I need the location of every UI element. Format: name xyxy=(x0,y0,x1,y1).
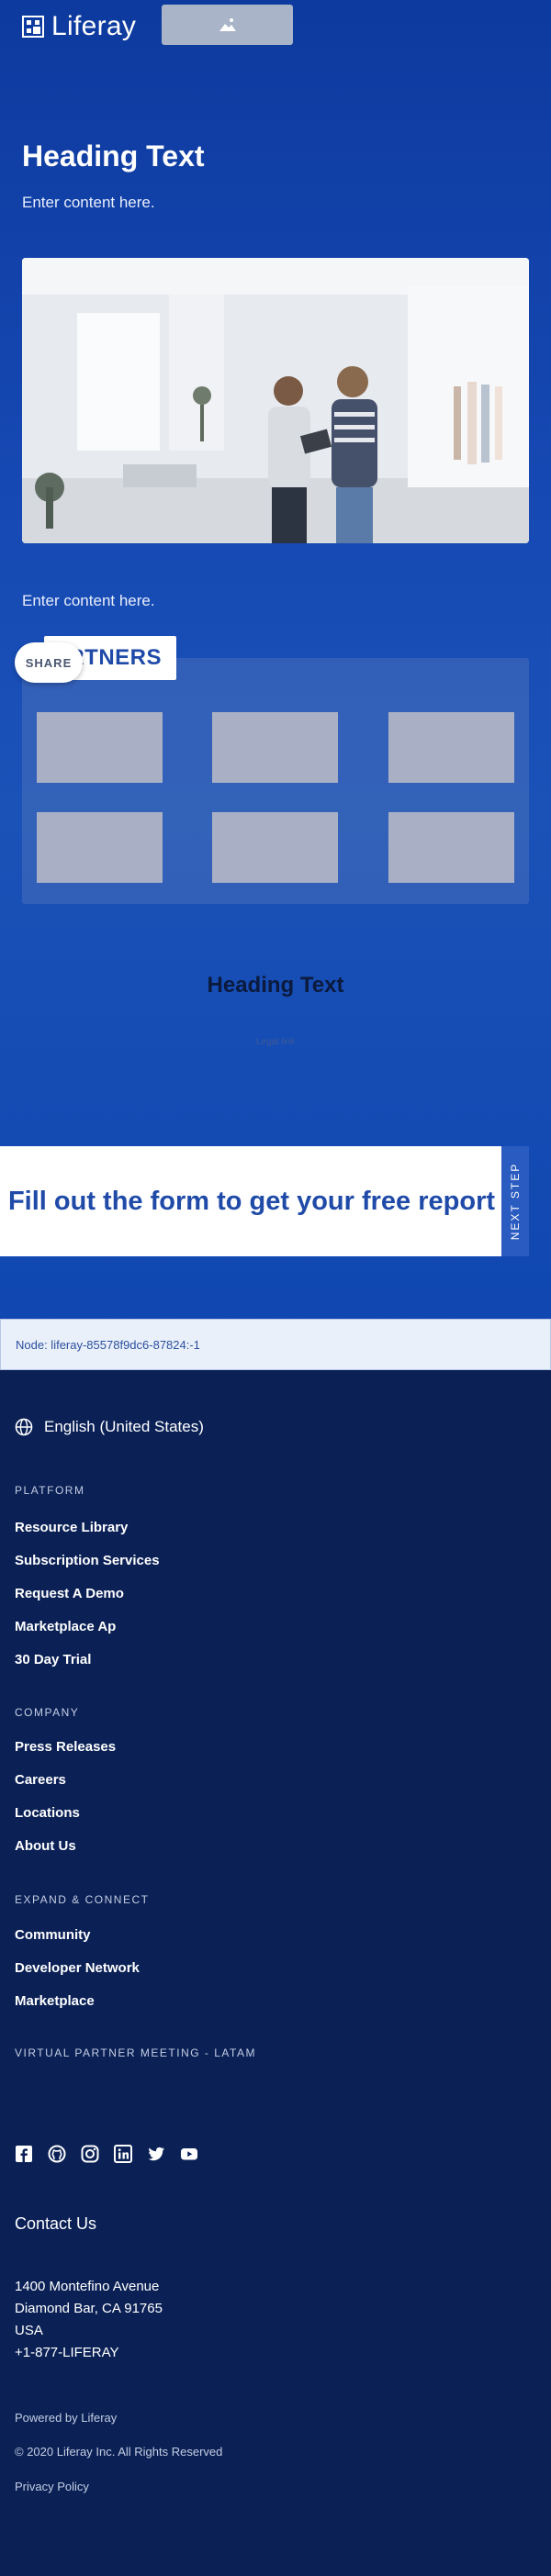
partner-logo-tile xyxy=(212,712,338,783)
footer-link-30-day-trial[interactable]: 30 Day Trial xyxy=(15,1652,91,1667)
instagram-icon[interactable] xyxy=(81,2145,99,2163)
language-label: English (United States) xyxy=(44,1418,204,1435)
hero-heading: Heading Text xyxy=(22,139,205,173)
footer-link-marketplace[interactable]: Marketplace xyxy=(15,1993,95,2009)
node-info-bar: Node: liferay-85578f9dc6-87824:-1 xyxy=(0,1319,551,1370)
footer-link-press-releases[interactable]: Press Releases xyxy=(15,1739,116,1755)
address-line-1: 1400 Montefino Avenue xyxy=(15,2279,160,2294)
copyright-text: © 2020 Liferay Inc. All Rights Reserved xyxy=(15,2445,223,2459)
footer-link-subscription-services[interactable]: Subscription Services xyxy=(15,1553,160,1568)
partner-logo-tile xyxy=(388,712,514,783)
section-heading: Heading Text xyxy=(207,973,344,998)
footer-section-title-company: COMPANY xyxy=(15,1706,80,1719)
address-line-2: Diamond Bar, CA 91765 xyxy=(15,2301,163,2316)
partners-logo-grid xyxy=(22,658,529,904)
phone-number-link[interactable]: +1-877-LIFERAY xyxy=(15,2345,119,2360)
language-selector[interactable]: English (United States) xyxy=(15,1418,204,1436)
address-line-3: USA xyxy=(15,2323,43,2338)
footer-link-community[interactable]: Community xyxy=(15,1927,91,1943)
partner-logo-tile xyxy=(388,812,514,883)
footer-link-about-us[interactable]: About Us xyxy=(15,1838,76,1854)
footer-section-title-platform: PLATFORM xyxy=(15,1484,85,1497)
next-step-label: NEXT STEP xyxy=(509,1162,522,1241)
footer-section-title-expand-connect: EXPAND & CONNECT xyxy=(15,1893,150,1906)
store-photo-illustration xyxy=(22,258,529,543)
liferay-logo[interactable]: Liferay xyxy=(22,11,136,42)
image-icon xyxy=(219,18,236,31)
linkedin-icon[interactable] xyxy=(114,2145,132,2163)
footer-link-careers[interactable]: Careers xyxy=(15,1772,66,1788)
liferay-logo-icon xyxy=(22,16,44,38)
form-banner-text: Fill out the form to get your free repor… xyxy=(7,1186,496,1216)
image-placeholder xyxy=(162,5,293,45)
footer-section-title-virtual-partner-meeting: VIRTUAL PARTNER MEETING - LATAM xyxy=(15,2046,256,2059)
partner-logo-tile xyxy=(37,712,163,783)
twitter-icon[interactable] xyxy=(147,2145,165,2163)
share-label: SHARE xyxy=(25,655,73,670)
social-links xyxy=(15,2145,198,2163)
partner-logo-tile xyxy=(37,812,163,883)
share-button[interactable]: SHARE xyxy=(15,642,83,683)
footer-link-marketplace-app[interactable]: Marketplace Ap xyxy=(15,1619,116,1634)
footer-link-request-demo[interactable]: Request A Demo xyxy=(15,1586,124,1601)
form-banner[interactable]: Fill out the form to get your free repor… xyxy=(0,1146,503,1256)
footer-link-developer-network[interactable]: Developer Network xyxy=(15,1960,140,1976)
privacy-policy-link[interactable]: Privacy Policy xyxy=(15,2480,89,2493)
footer-link-resource-library[interactable]: Resource Library xyxy=(15,1520,128,1535)
top-bar: Liferay xyxy=(0,0,551,51)
github-icon[interactable] xyxy=(48,2145,66,2163)
partner-logo-tile xyxy=(212,812,338,883)
powered-by-link[interactable]: Powered by Liferay xyxy=(15,2411,117,2425)
globe-icon xyxy=(15,1418,33,1436)
hero-content: Enter content here. xyxy=(22,194,155,211)
logo-text: Liferay xyxy=(51,11,137,41)
contact-us-title: Contact Us xyxy=(15,2214,97,2233)
node-text: Node: liferay-85578f9dc6-87824:-1 xyxy=(16,1337,200,1352)
footer-link-locations[interactable]: Locations xyxy=(15,1805,80,1821)
legal-link[interactable]: Legal link xyxy=(0,1037,551,1047)
facebook-icon[interactable] xyxy=(15,2145,33,2163)
next-step-button[interactable]: NEXT STEP xyxy=(501,1146,529,1256)
hero-photo xyxy=(22,258,529,543)
youtube-icon[interactable] xyxy=(180,2145,198,2163)
hero-content-2: Enter content here. xyxy=(22,592,155,609)
